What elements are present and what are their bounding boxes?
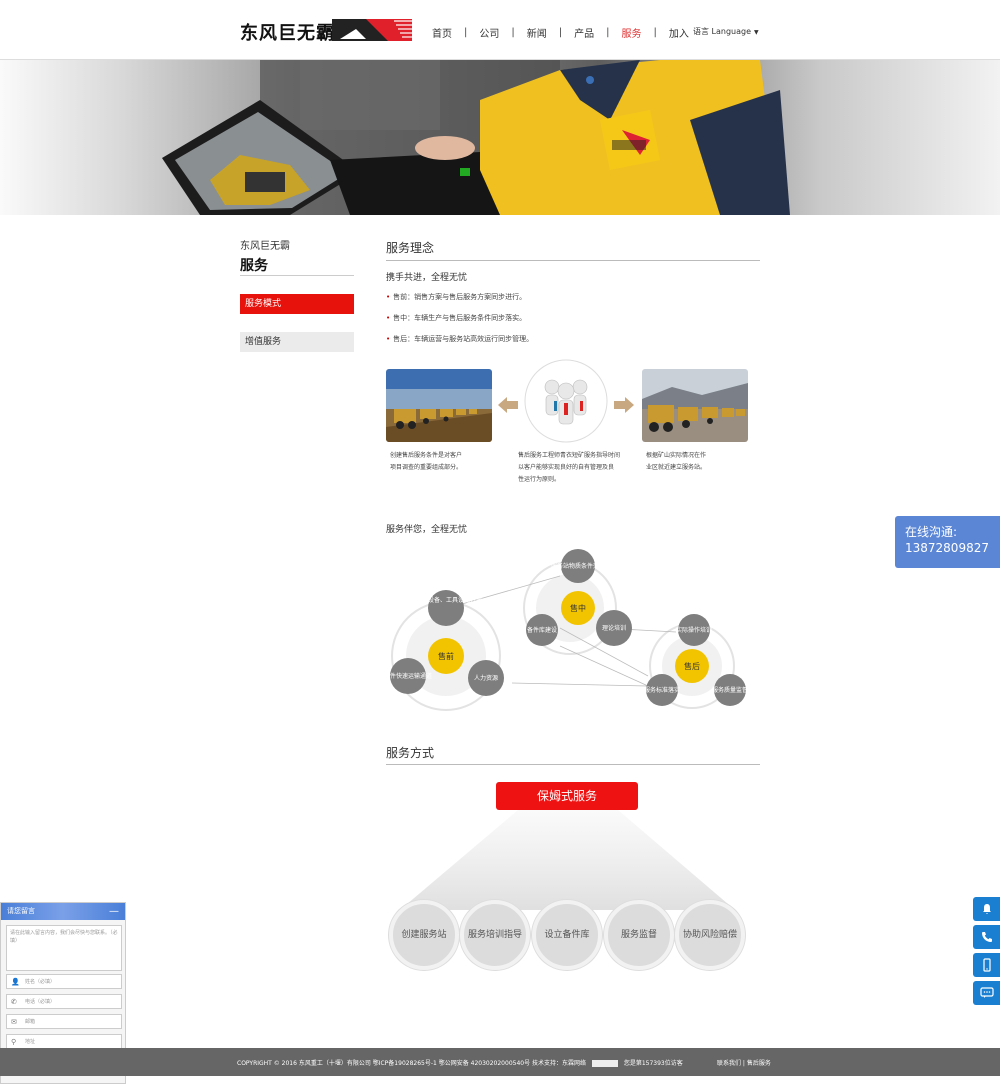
- nav-separator: |: [653, 26, 657, 38]
- sidebar-title: 服务: [240, 258, 268, 274]
- service-circle-risk[interactable]: 协助风险赔偿: [675, 900, 745, 970]
- node-label-4: 备件库建设: [527, 626, 557, 634]
- notification-button[interactable]: [973, 897, 1000, 921]
- team-figures-icon: [524, 359, 608, 443]
- floating-toolbar: [973, 897, 1000, 1009]
- nav-item-news[interactable]: 新闻: [527, 25, 547, 40]
- mobile-icon: [982, 958, 991, 972]
- mail-icon: ✉: [11, 1018, 17, 1026]
- language-label: 语言 Language: [693, 27, 752, 36]
- user-icon: 👤: [11, 978, 20, 986]
- arrow-left-icon: [498, 397, 518, 413]
- concept-bullet: • 售后：车辆运营与服务站高效运行同步管理。: [386, 335, 534, 343]
- service-circle-training[interactable]: 服务培训指导: [460, 900, 530, 970]
- logo[interactable]: 东风巨无霸: [240, 17, 415, 45]
- caption-2: 售后服务工程师青衣短矿服务指导时间 以客户能够实现良好的自有管理及良 性运行为原…: [518, 452, 621, 483]
- cnzz-badge-icon[interactable]: [591, 1060, 618, 1067]
- concept-bullet: • 售前：销售方案与售后服务方案同步进行。: [386, 293, 527, 301]
- section-title-concept: 服务理念: [386, 241, 435, 255]
- message-textarea[interactable]: 请在此输入留言内容，我们会尽快与您联系。（必填）: [6, 925, 122, 971]
- message-widget-title: 请您留言: [7, 907, 35, 915]
- phone-button[interactable]: [973, 925, 1000, 949]
- phone-field[interactable]: ✆ 电话（必填）: [6, 994, 122, 1009]
- email-field[interactable]: ✉ 邮箱: [6, 1014, 122, 1029]
- accompany-subhead: 服务伴您，全程无忧: [386, 525, 468, 535]
- online-chat-phone: 13872809827: [905, 541, 989, 555]
- section-divider: [386, 260, 760, 261]
- sidebar-item-service-mode[interactable]: 服务模式: [240, 294, 354, 314]
- nav-item-company[interactable]: 公司: [479, 25, 499, 40]
- footer-links[interactable]: 联系我们 | 售后服务: [717, 1058, 771, 1067]
- banner-image: [162, 60, 790, 215]
- node-label-2: 人力资源: [474, 674, 498, 682]
- node-label-1: 备件快速运输通道: [384, 672, 432, 680]
- nav-item-home[interactable]: 首页: [432, 25, 452, 40]
- hub-label-mid: 售中: [570, 603, 586, 613]
- caption-1: 创建售后服务条件是对客户 项目调查的重要组成部分。: [390, 452, 463, 471]
- online-chat-label: 在线沟通:: [905, 525, 958, 539]
- main-nav: 首页 | 公司 | 新闻 | 产品 | 服务 | 加入: [432, 24, 689, 40]
- visitor-counter: 您是第157393位访客: [623, 1060, 683, 1067]
- service-circle-parts[interactable]: 设立备件库: [532, 900, 602, 970]
- location-icon: ⚲: [11, 1038, 17, 1046]
- hub-label-post: 售后: [684, 661, 700, 671]
- site-header: 东风巨无霸 首页 | 公司 | 新闻 | 产品 | 服务 | 加入 语言 Lan…: [0, 0, 1000, 60]
- service-cycle-diagram: 服务站设备、工具设施方案 备件快速运输通道 人力资源 服务站物质条件落备 备件库…: [384, 549, 748, 711]
- bullet-dot-icon: •: [386, 293, 391, 301]
- node-label-5: 理论培训: [602, 624, 626, 632]
- bullet-dot-icon: •: [386, 335, 391, 343]
- address-field[interactable]: ⚲ 地址: [6, 1034, 122, 1049]
- node-label-7: 服务标准落实: [644, 686, 680, 694]
- hub-label-pre: 售前: [438, 651, 454, 661]
- phone-icon: [981, 932, 992, 942]
- nav-separator: |: [606, 26, 610, 38]
- arrow-right-icon: [614, 397, 634, 413]
- concept-subhead: 携手共进，全程无忧: [386, 273, 468, 283]
- logo-text: 东风巨无霸: [240, 23, 335, 44]
- bell-icon: [982, 904, 991, 914]
- nav-item-join[interactable]: 加入: [669, 25, 689, 40]
- name-field[interactable]: 👤 姓名（必填）: [6, 974, 122, 989]
- online-chat-panel[interactable]: 在线沟通: 13872809827: [895, 516, 1000, 568]
- mobile-button[interactable]: [973, 953, 1000, 977]
- sidebar-item-value-added[interactable]: 增值服务: [240, 332, 354, 352]
- caption-3: 根据矿山实际情况在作 业区就近建立服务站。: [646, 452, 707, 471]
- message-button[interactable]: [973, 981, 1000, 1005]
- service-circle-station[interactable]: 创建服务站: [389, 900, 459, 970]
- site-footer: COPYRIGHT © 2016 东风重工（十堰）有限公司 鄂ICP备19028…: [0, 1048, 1000, 1076]
- message-widget-header[interactable]: 请您留言 —: [1, 903, 125, 920]
- phone-icon: ✆: [11, 998, 17, 1006]
- nav-item-service[interactable]: 服务: [622, 25, 642, 40]
- diagram-node: [428, 590, 464, 626]
- chat-bubble-icon: [979, 987, 994, 998]
- node-label-6: 实际操作培训: [676, 626, 712, 634]
- nav-separator: |: [511, 26, 515, 38]
- section-divider: [386, 764, 760, 765]
- nav-separator: |: [558, 26, 563, 38]
- caret-down-icon: ▼: [754, 29, 759, 36]
- nanny-service-button[interactable]: 保姆式服务: [496, 782, 638, 810]
- node-label-3: 服务站物质条件落备: [551, 562, 605, 570]
- node-label-0: 服务站设备、工具设施方案: [410, 596, 482, 604]
- trucks-photo-2: [642, 369, 748, 442]
- section-title-mode: 服务方式: [386, 746, 435, 760]
- sidebar-divider: [240, 275, 354, 276]
- footer-copyright: COPYRIGHT © 2016 东风重工（十堰）有限公司 鄂ICP备19028…: [237, 1060, 683, 1067]
- concept-bullet: • 售中：车辆生产与售后服务条件同步落实。: [386, 314, 527, 322]
- node-label-8: 服务质量监督: [712, 686, 748, 694]
- language-selector[interactable]: 语言 Language ▼: [693, 26, 759, 37]
- minimize-icon[interactable]: —: [109, 903, 119, 920]
- nav-item-products[interactable]: 产品: [574, 25, 594, 40]
- sidebar-brand: 东风巨无霸: [240, 241, 290, 252]
- trucks-photo-1: [386, 369, 492, 442]
- nav-separator: |: [464, 26, 468, 38]
- service-circle-supervision[interactable]: 服务监督: [604, 900, 674, 970]
- logo-mark-icon: [332, 17, 412, 43]
- bullet-dot-icon: •: [386, 314, 391, 322]
- hero-banner: [0, 60, 1000, 215]
